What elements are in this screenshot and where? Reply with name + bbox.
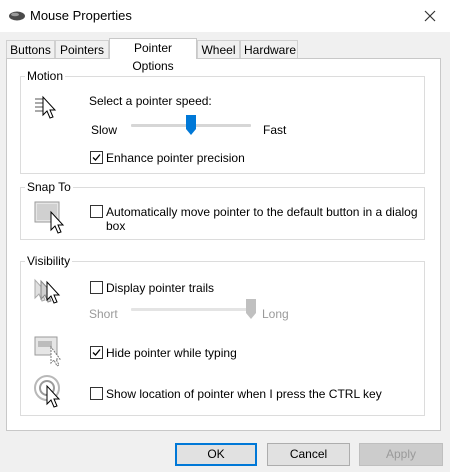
tab-panel: Motion Select a pointer speed: Slow Fast… (6, 58, 441, 431)
snap-to-group: Snap To Automatically move pointer to th… (20, 180, 425, 240)
snap-to-label-line2: box (106, 219, 126, 233)
visibility-group: Visibility Display pointer trails Short … (20, 254, 425, 416)
short-label: Short (89, 307, 118, 321)
pointer-speed-icon (35, 95, 57, 119)
hide-pointer-icon (34, 336, 61, 367)
tab-pointer-options[interactable]: Pointer Options (109, 38, 197, 73)
mouse-icon (9, 11, 25, 21)
enhance-precision-label: Enhance pointer precision (106, 151, 245, 165)
tab-pointers[interactable]: Pointers (55, 40, 109, 58)
trails-slider-track[interactable] (131, 308, 251, 311)
title-bar: Mouse Properties (0, 0, 450, 32)
pointer-location-icon (34, 375, 61, 408)
hide-pointer-checkbox[interactable] (90, 346, 103, 359)
snap-to-label-line1: Automatically move pointer to the defaul… (106, 205, 418, 219)
tab-wheel[interactable]: Wheel (197, 40, 240, 58)
pointer-speed-label: Select a pointer speed: (89, 94, 212, 108)
pointer-trails-label: Display pointer trails (106, 281, 215, 295)
motion-group: Motion Select a pointer speed: Slow Fast… (20, 69, 425, 174)
window-title: Mouse Properties (30, 8, 132, 23)
fast-label: Fast (263, 123, 287, 137)
trails-slider-thumb[interactable] (246, 299, 256, 319)
pointer-trails-checkbox[interactable] (90, 281, 103, 294)
snap-to-icon (34, 201, 65, 234)
ctrl-location-label: Show location of pointer when I press th… (106, 387, 382, 401)
visibility-group-label: Visibility (25, 254, 73, 268)
cancel-button[interactable]: Cancel (267, 443, 350, 466)
ctrl-location-checkbox[interactable] (90, 387, 103, 400)
motion-group-label: Motion (25, 69, 66, 83)
slow-label: Slow (91, 123, 118, 137)
hide-pointer-label: Hide pointer while typing (106, 346, 237, 360)
close-button[interactable] (418, 5, 442, 27)
speed-slider-thumb[interactable] (186, 115, 196, 135)
pointer-trails-icon (34, 278, 61, 304)
checkmark-icon (92, 349, 101, 356)
apply-button[interactable]: Apply (359, 443, 443, 466)
tab-hardware[interactable]: Hardware (240, 40, 298, 58)
ok-button[interactable]: OK (175, 443, 257, 466)
checkmark-icon (92, 154, 101, 161)
enhance-precision-checkbox[interactable] (90, 151, 103, 164)
long-label: Long (262, 307, 289, 321)
snap-to-group-label: Snap To (25, 180, 73, 194)
close-icon (424, 10, 436, 22)
snap-to-checkbox[interactable] (90, 205, 103, 218)
tab-buttons[interactable]: Buttons (6, 40, 55, 58)
